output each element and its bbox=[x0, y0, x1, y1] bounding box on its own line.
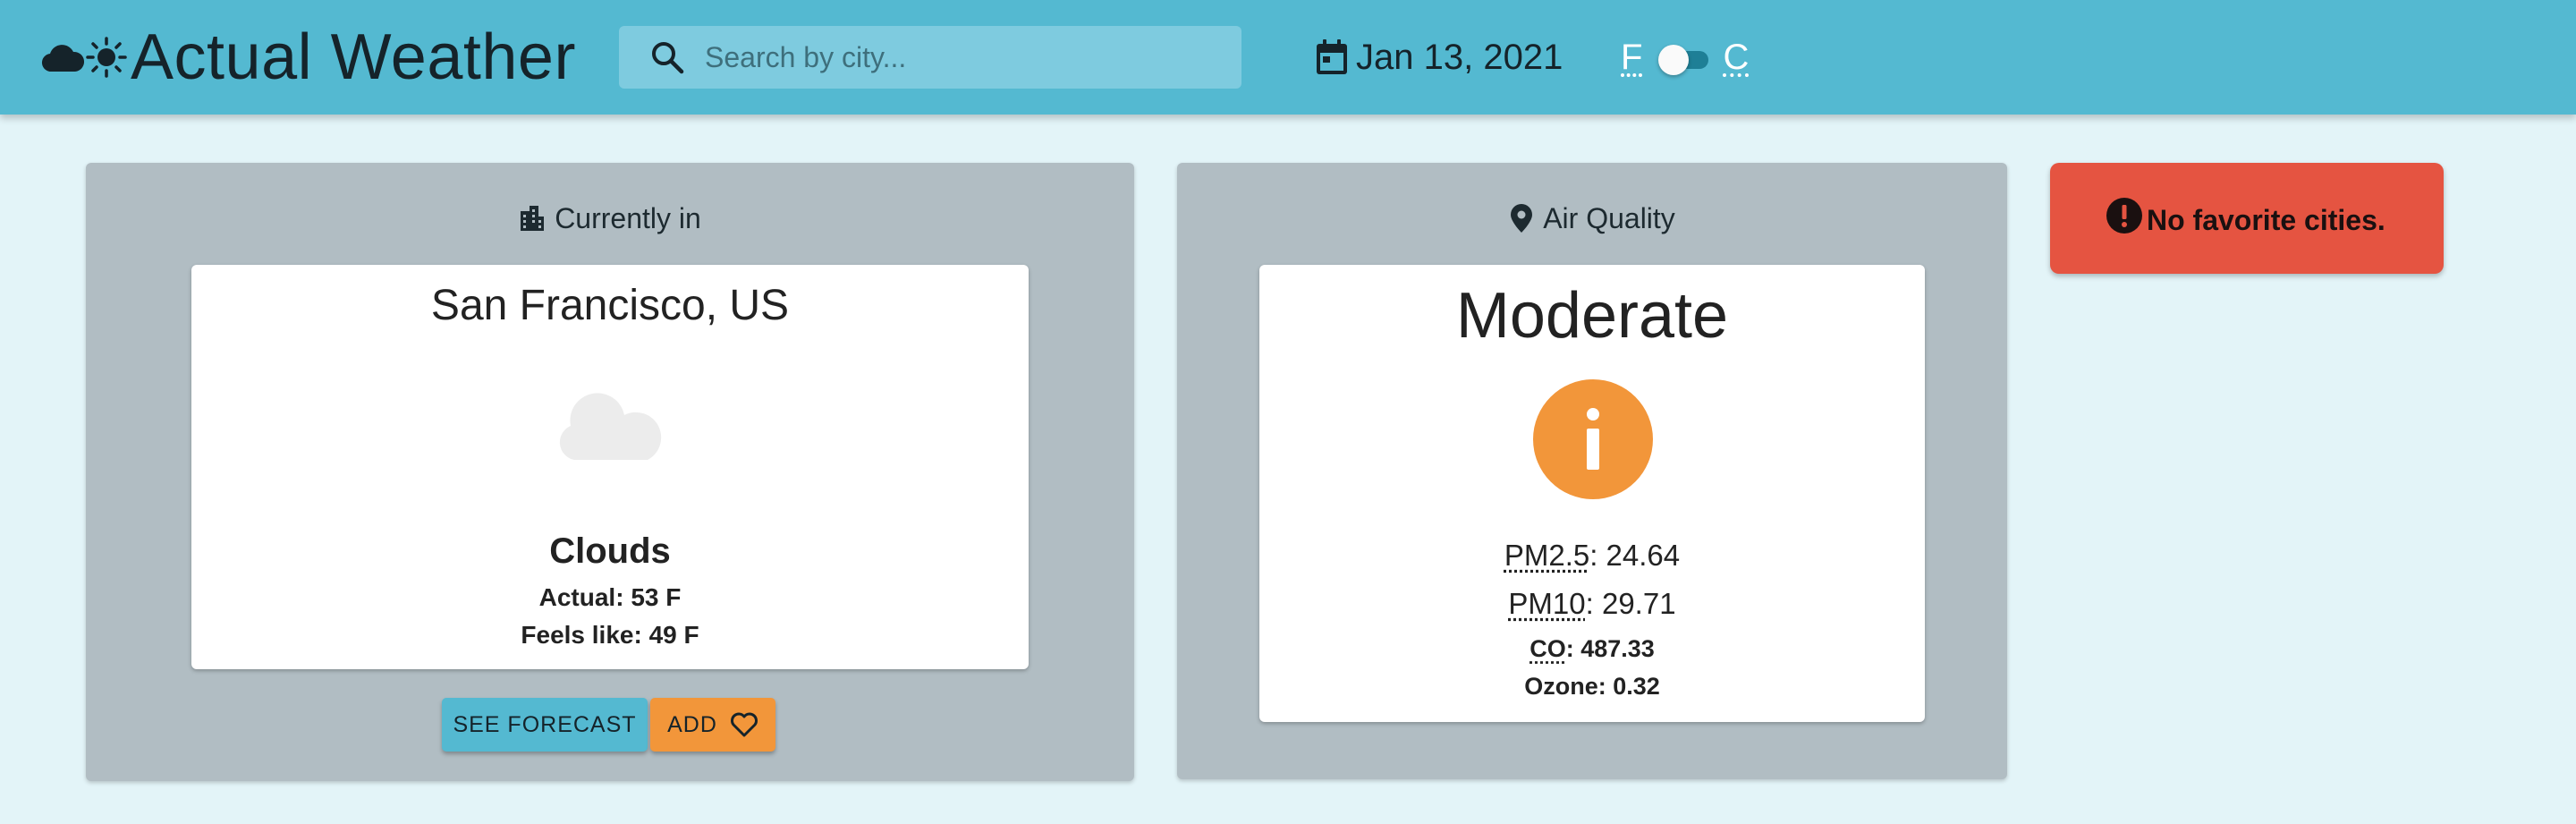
unit-toggle[interactable] bbox=[1658, 42, 1710, 75]
co-reading: CO: 487.33 bbox=[1259, 635, 1925, 663]
pm10-reading: PM10: 29.71 bbox=[1259, 587, 1925, 621]
date-display: Jan 13, 2021 bbox=[1315, 32, 1563, 82]
pm25-value: : 24.64 bbox=[1589, 539, 1681, 572]
favorites-alert-text: No favorite cities. bbox=[2147, 204, 2385, 236]
sun-icon bbox=[86, 37, 127, 78]
current-panel-heading: Currently in bbox=[86, 197, 1134, 240]
location-pin-icon bbox=[1511, 204, 1533, 233]
search-box[interactable] bbox=[619, 26, 1241, 89]
app-bar: Actual Weather Jan 13, 2021 F C bbox=[0, 0, 2576, 115]
weather-condition: Clouds bbox=[549, 531, 671, 571]
heart-outline-icon bbox=[730, 712, 758, 737]
add-favorite-button[interactable]: ADD bbox=[650, 698, 775, 752]
pm25-label: PM2.5 bbox=[1504, 539, 1590, 572]
air-quality-card: Moderate PM2.5: 24.64 PM10: 29.71 CO: 48… bbox=[1259, 265, 1925, 722]
pm25-reading: PM2.5: 24.64 bbox=[1259, 539, 1925, 573]
exclamation-icon bbox=[2106, 198, 2142, 234]
toggle-knob[interactable] bbox=[1658, 45, 1690, 75]
aqi-level: Moderate bbox=[1455, 280, 1729, 352]
building-icon bbox=[521, 206, 545, 231]
see-forecast-button[interactable]: SEE FORECAST bbox=[442, 698, 648, 752]
search-input[interactable] bbox=[705, 37, 1206, 78]
current-heading-text: Currently in bbox=[555, 201, 701, 234]
current-weather-panel: Currently in San Francisco, US Clouds Ac… bbox=[86, 163, 1134, 781]
current-actions: SEE FORECAST ADD bbox=[442, 698, 775, 752]
app-title: Actual Weather bbox=[131, 21, 576, 93]
current-weather-card: San Francisco, US Clouds Actual: 53 F Fe… bbox=[191, 265, 1029, 669]
search-icon bbox=[652, 42, 684, 74]
date-text: Jan 13, 2021 bbox=[1356, 37, 1563, 77]
air-heading-text: Air Quality bbox=[1543, 201, 1675, 234]
app-logo[interactable]: Actual Weather bbox=[41, 21, 576, 93]
co-value: : 487.33 bbox=[1565, 635, 1655, 662]
see-forecast-label: SEE FORECAST bbox=[453, 711, 637, 737]
air-quality-panel: Air Quality Moderate PM2.5: 24.64 PM10: … bbox=[1177, 163, 2007, 779]
city-name: San Francisco, US bbox=[430, 282, 790, 329]
add-favorite-label: ADD bbox=[667, 711, 717, 737]
cloud-icon bbox=[42, 45, 84, 72]
unit-switch[interactable]: F C bbox=[1621, 34, 1749, 81]
info-icon bbox=[1533, 379, 1653, 499]
pm10-value: : 29.71 bbox=[1585, 587, 1676, 620]
feels-like-temperature: Feels like: 49 F bbox=[521, 621, 699, 649]
calendar-icon bbox=[1317, 39, 1347, 74]
unit-label-f[interactable]: F bbox=[1621, 38, 1642, 78]
unit-label-c[interactable]: C bbox=[1723, 38, 1749, 78]
pm10-label: PM10 bbox=[1508, 587, 1586, 620]
ozone-reading: Ozone: 0.32 bbox=[1524, 673, 1660, 700]
air-panel-heading: Air Quality bbox=[1177, 197, 2007, 240]
cloud-icon bbox=[559, 393, 662, 460]
co-label: CO bbox=[1530, 635, 1566, 662]
actual-temperature: Actual: 53 F bbox=[538, 583, 682, 611]
favorites-alert: No favorite cities. bbox=[2050, 163, 2444, 274]
